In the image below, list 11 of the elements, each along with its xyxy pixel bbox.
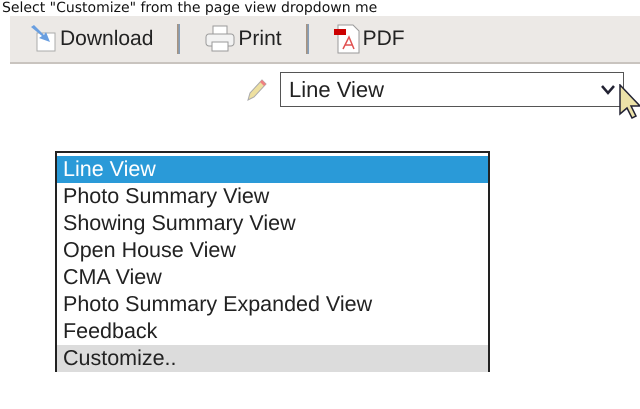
print-button[interactable]: Print	[200, 24, 286, 54]
dropdown-option[interactable]: Customize..	[57, 345, 488, 372]
pdf-button[interactable]: PDF	[328, 23, 409, 55]
instruction-text: Select "Customize" from the page view dropdown me	[1, 0, 378, 16]
pencil-icon	[246, 78, 268, 102]
pdf-file-icon	[332, 23, 361, 55]
view-dropdown[interactable]: Line View	[280, 72, 624, 107]
download-button[interactable]: Download	[24, 24, 158, 54]
printer-icon	[204, 24, 236, 54]
chevron-down-icon	[601, 84, 615, 94]
mouse-pointer-icon	[618, 84, 640, 120]
